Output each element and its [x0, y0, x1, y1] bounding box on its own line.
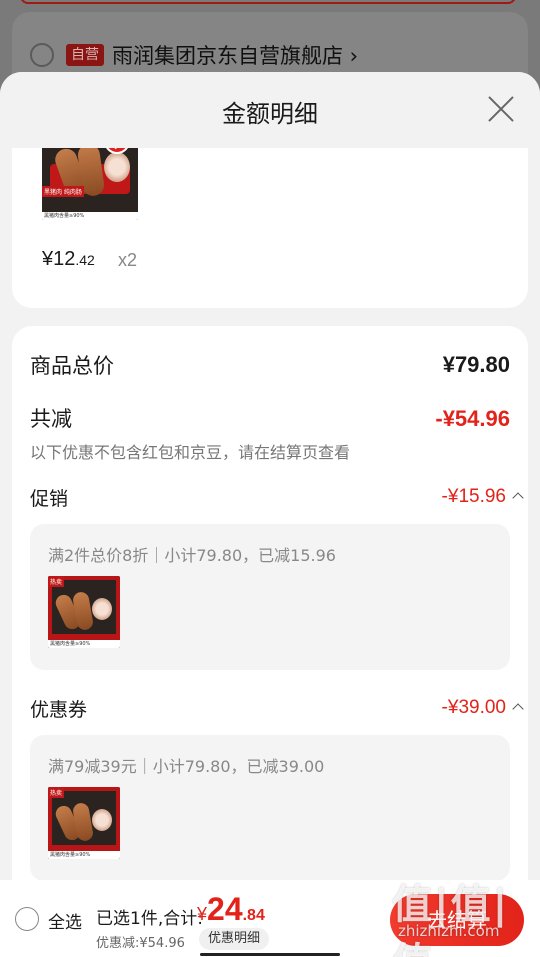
- product-price: ¥12.42: [42, 248, 95, 271]
- promotion-detail-text: 满2件总价8折｜小计79.80，已减15.96: [48, 546, 336, 565]
- store-select-radio[interactable]: [30, 43, 54, 67]
- product-thumb-badge: 黑猪肉 纯肉肠: [42, 186, 84, 197]
- close-icon[interactable]: [486, 94, 516, 124]
- product-thumb-caption: 黑猪肉含量≥90%: [42, 212, 138, 220]
- coupon-thumb-badge: 热卖: [48, 787, 65, 798]
- promotion-thumb-badge: 热卖: [48, 576, 65, 587]
- price-summary-card: 商品总价 ¥79.80 共减 -¥54.96 以下优惠不包含红包和京豆，请在结算…: [12, 326, 528, 957]
- home-indicator: [200, 953, 340, 956]
- total-dec: .84: [242, 907, 265, 924]
- chevron-up-icon: [512, 492, 524, 504]
- background-top-line: [20, 0, 516, 4]
- store-name-link[interactable]: 雨润集团京东自营旗舰店 ›: [112, 40, 358, 70]
- total-int: 24: [207, 891, 243, 927]
- product-price-int: ¥12: [42, 248, 76, 270]
- total-reduce-label: 共减: [30, 407, 72, 431]
- total-reduce-value: -¥54.96: [435, 406, 510, 431]
- discount-summary-text: 优惠减:¥54.96: [96, 936, 185, 951]
- self-operated-tag: 自营: [66, 44, 104, 66]
- total-currency: ¥: [197, 904, 208, 924]
- sheet-header: 金额明细: [0, 72, 540, 148]
- discount-detail-button[interactable]: 优惠明细: [199, 928, 270, 950]
- promotion-thumb-caption: 黑猪肉含量≥90%: [48, 640, 120, 648]
- promotion-label: 促销: [30, 488, 69, 510]
- select-all-label[interactable]: 全选: [48, 908, 82, 933]
- site-watermark: 值|值|值 zhizhizhi.com: [392, 872, 540, 957]
- product-quantity: x2: [118, 250, 138, 270]
- chevron-up-icon: [512, 703, 524, 715]
- product-card: 黑猪肉 纯肉肠 黑猪肉含量≥90% ¥12.42 x2: [12, 124, 528, 308]
- watermark-url: zhizhizhi.com: [398, 922, 500, 940]
- coupon-detail-box: 满79减39元｜小计79.80，已减39.00 热卖 黑猪肉含量≥90%: [30, 735, 510, 881]
- promotion-value: -¥15.96: [441, 486, 506, 507]
- amount-detail-sheet: 黑猪肉 纯肉肠 黑猪肉含量≥90% ¥12.42 x2 金额明细 商品总价 ¥7…: [0, 72, 540, 957]
- coupon-value: -¥39.00: [441, 697, 506, 718]
- promotion-detail-box: 满2件总价8折｜小计79.80，已减15.96 热卖 黑猪肉含量≥90%: [30, 524, 510, 670]
- promotion-product-thumbnail[interactable]: 热卖 黑猪肉含量≥90%: [48, 576, 120, 648]
- coupon-product-thumbnail[interactable]: 热卖 黑猪肉含量≥90%: [48, 787, 120, 859]
- selected-count-text: 已选1件,合计:: [96, 909, 203, 929]
- total-price-label: 商品总价: [30, 354, 114, 378]
- total-price-value: ¥79.80: [442, 352, 510, 377]
- coupon-thumb-caption: 黑猪肉含量≥90%: [48, 851, 120, 859]
- sheet-title: 金额明细: [222, 100, 318, 128]
- coupon-label: 优惠券: [30, 699, 88, 721]
- discount-note: 以下优惠不包含红包和京豆，请在结算页查看: [30, 443, 351, 462]
- total-amount: ¥24.84: [197, 891, 265, 928]
- coupon-detail-text: 满79减39元｜小计79.80，已减39.00: [48, 757, 325, 776]
- watermark-logo: 值|值|值: [392, 882, 510, 957]
- select-all-radio[interactable]: [15, 907, 39, 931]
- product-price-dec: .42: [75, 252, 95, 268]
